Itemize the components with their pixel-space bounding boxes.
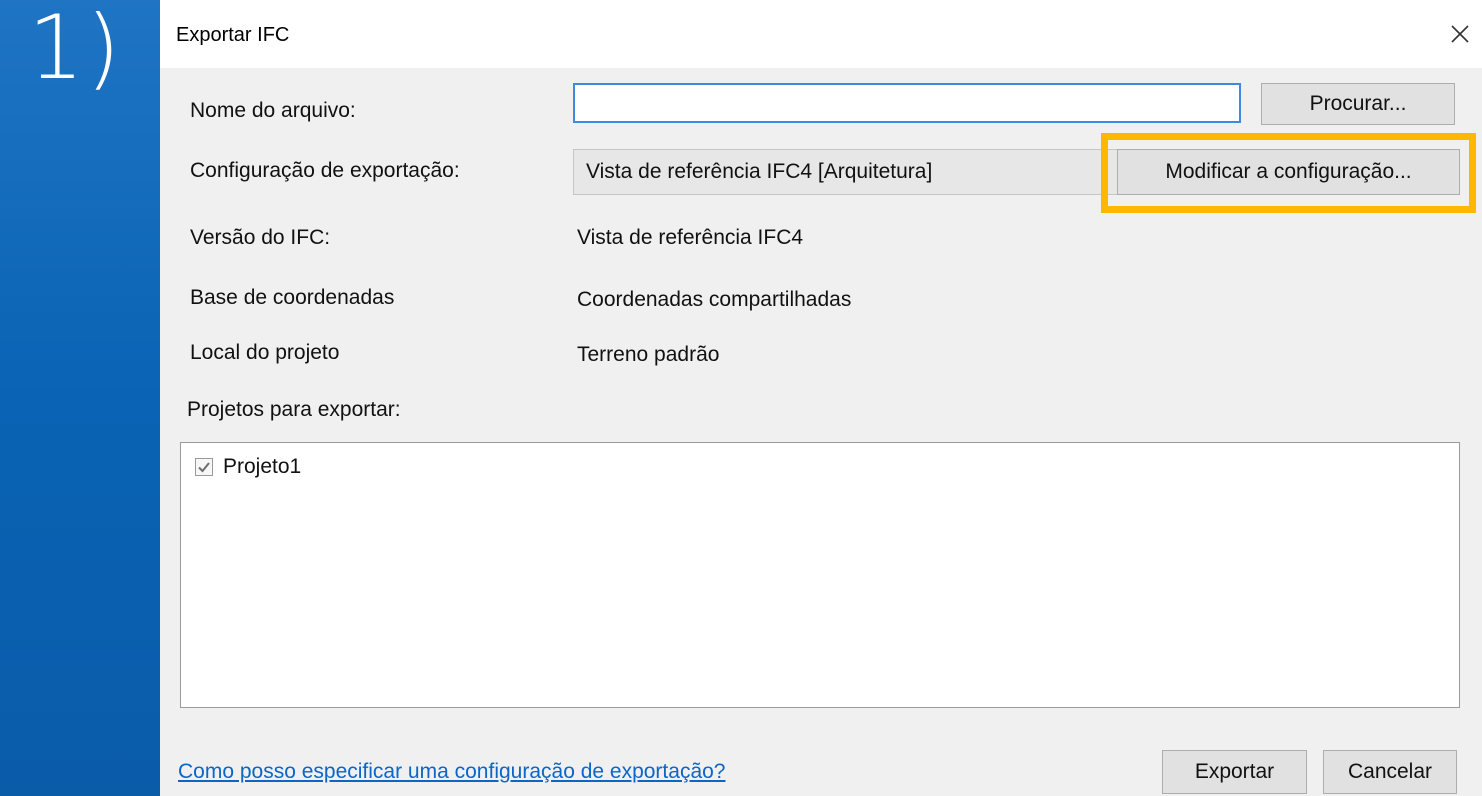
projects-label: Projetos para exportar:	[187, 398, 401, 421]
close-icon	[1451, 25, 1469, 43]
export-config-selected-value: Vista de referência IFC4 [Arquitetura]	[586, 160, 933, 183]
ifc-version-value: Vista de referência IFC4	[577, 226, 804, 249]
modify-config-button[interactable]: Modificar a configuração...	[1117, 149, 1460, 195]
checkmark-icon	[198, 462, 210, 473]
export-ifc-dialog: Exportar IFC Nome do arquivo: Procurar..…	[160, 0, 1482, 796]
dialog-titlebar: Exportar IFC	[160, 0, 1482, 68]
step-number-label: 1)	[28, 0, 123, 99]
dialog-title: Exportar IFC	[176, 24, 290, 46]
close-button[interactable]	[1438, 14, 1482, 54]
help-link[interactable]: Como posso especificar uma configuração …	[178, 760, 725, 784]
project-location-label: Local do projeto	[190, 341, 340, 364]
projects-list[interactable]: Projeto1	[180, 442, 1460, 708]
project-name: Projeto1	[223, 455, 302, 478]
ifc-version-label: Versão do IFC:	[190, 226, 331, 249]
export-config-label: Configuração de exportação:	[190, 159, 460, 182]
export-button[interactable]: Exportar	[1162, 750, 1307, 794]
coord-base-label: Base de coordenadas	[190, 286, 395, 309]
project-checkbox[interactable]	[195, 458, 213, 476]
browse-button[interactable]: Procurar...	[1261, 83, 1455, 125]
coord-base-value: Coordenadas compartilhadas	[577, 288, 852, 311]
list-item[interactable]: Projeto1	[195, 455, 301, 479]
file-name-input[interactable]	[573, 83, 1241, 123]
cancel-button[interactable]: Cancelar	[1323, 750, 1457, 794]
file-name-label: Nome do arquivo:	[190, 99, 356, 122]
project-location-value: Terreno padrão	[577, 343, 720, 366]
